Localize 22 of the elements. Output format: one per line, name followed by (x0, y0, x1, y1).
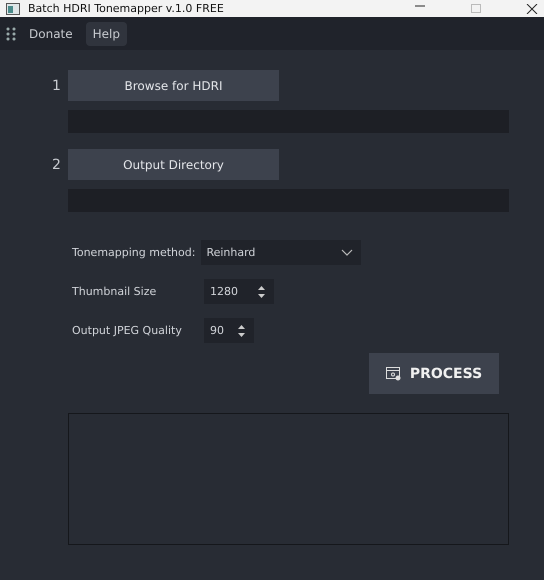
grip-icon (6, 26, 16, 40)
setting-label: Tonemapping method: (72, 246, 196, 259)
maximize-icon[interactable] (470, 4, 482, 14)
chevron-down-icon (341, 249, 354, 256)
menu-item[interactable]: Help (86, 22, 127, 46)
step-number: 1 (52, 78, 62, 94)
method-dropdown[interactable]: Reinhard (201, 240, 362, 265)
thumbnail-size-spinbox[interactable]: 1280 (204, 279, 274, 304)
quality-spinbox[interactable]: 90 (204, 318, 254, 343)
step-number: 2 (52, 156, 62, 172)
setting-label: Output JPEG Quality (72, 324, 183, 337)
close-icon[interactable] (526, 4, 538, 14)
app-icon (6, 2, 20, 14)
window-gear-icon (386, 366, 402, 380)
spin-arrows-icon (237, 324, 246, 338)
spin-arrows-icon (257, 284, 266, 298)
setting-label: Thumbnail Size (72, 285, 158, 298)
browse-button[interactable]: Browse for HDRI (68, 70, 279, 101)
menu-item[interactable]: Donate (22, 22, 80, 46)
window-title: Batch HDRI Tonemapper v.1.0 FREE (28, 2, 224, 15)
browse-button[interactable]: Output Directory (68, 149, 279, 180)
process-button[interactable]: PROCESS (369, 353, 499, 394)
